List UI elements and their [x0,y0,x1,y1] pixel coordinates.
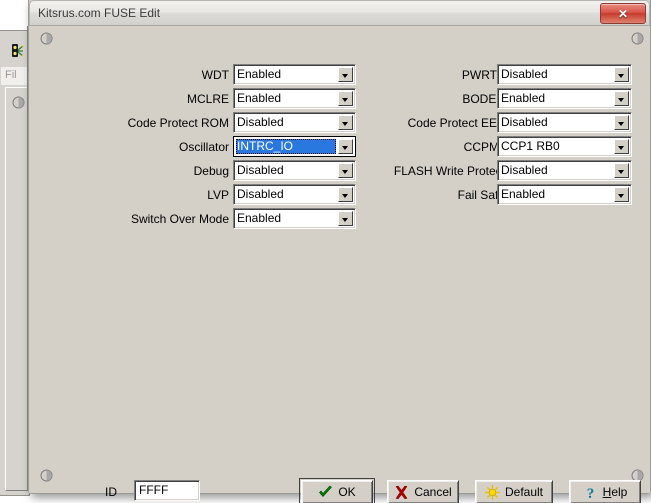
combobox-value: Enabled [237,211,336,226]
combobox-mclre[interactable]: Enabled [233,88,356,109]
anchor-handle-top-left-icon [40,32,53,45]
background-window[interactable]: Fil [0,30,30,496]
fuse-row-pwrte: PWRTEDisabled [359,64,644,87]
help-button-label: Help [603,485,628,499]
chevron-down-icon[interactable] [338,115,353,130]
combobox-value: Disabled [237,187,336,202]
combobox-pwrte[interactable]: Disabled [497,64,632,85]
id-input-value: FFFF [139,483,168,497]
field-label: Oscillator [179,136,233,158]
anchor-handle-bottom-left-icon [40,469,53,482]
id-input[interactable]: FFFF [134,480,200,501]
combobox-value: Enabled [501,91,612,106]
combobox-value: Enabled [237,91,336,106]
fuse-row-boden: BODENEnabled [359,88,644,111]
check-icon [318,485,333,500]
combobox-code-protect-eep[interactable]: Disabled [497,112,632,133]
field-label: Code Protect ROM [128,112,233,134]
field-label: MCLRE [187,88,233,110]
combobox-switch-over-mode[interactable]: Enabled [233,208,356,229]
fuse-settings-left-column: WDT Enabled MCLRE Enabled Code Protect ROM Di… [41,64,356,232]
field-label: Switch Over Mode [131,208,233,230]
help-button[interactable]: ? Help [569,480,641,503]
chevron-down-icon[interactable] [338,67,353,82]
combobox-value: Disabled [501,67,612,82]
help-rest: elp [611,485,627,499]
question-mark-icon: ? [583,485,598,500]
combobox-wdt[interactable]: Enabled [233,64,356,85]
default-button[interactable]: Default [475,480,553,503]
ok-button-label: OK [338,485,355,499]
field-label: LVP [207,184,233,206]
fuse-row-code-protect-eep: Code Protect EEPDisabled [359,112,644,135]
x-icon [394,485,409,500]
fuse-settings-right-column: PWRTEDisabledBODENEnabledCode Protect EE… [359,64,644,208]
cancel-button-label: Cancel [414,485,451,499]
chevron-down-icon[interactable] [614,115,629,130]
cancel-button[interactable]: Cancel [387,480,459,503]
fuse-row-code-protect-rom: Code Protect ROM Disabled [41,112,356,135]
svg-text:?: ? [586,486,594,500]
combobox-value: Disabled [237,115,336,130]
combobox-fail-safe[interactable]: Enabled [497,184,632,205]
combobox-ccpmx[interactable]: CCP1 RB0 [497,136,632,157]
field-label: WDT [202,64,233,86]
combobox-oscillator[interactable]: INTRC_IO [233,136,356,157]
fuse-row-switch-over-mode: Switch Over Mode Enabled [41,208,356,231]
chevron-down-icon[interactable] [614,187,629,202]
combobox-lvp[interactable]: Disabled [233,184,356,205]
combobox-value: Disabled [501,163,612,178]
dialog-client-area: WDT Enabled MCLRE Enabled Code Protect ROM Di… [29,26,650,493]
sun-icon [485,485,500,500]
chevron-down-icon[interactable] [338,187,353,202]
fuse-row-debug: Debug Disabled [41,160,356,183]
screen: Fil Kitsrus.com FUSE Edit ✕ [0,0,651,503]
dialog-title: Kitsrus.com FUSE Edit [38,6,160,20]
anchor-handle-top-right-icon [631,32,644,45]
ok-button[interactable]: OK [301,480,373,503]
dialog-titlebar[interactable]: Kitsrus.com FUSE Edit ✕ [29,0,650,26]
default-button-label: Default [505,485,543,499]
chevron-down-icon[interactable] [614,91,629,106]
fuse-row-flash-write-protect: FLASH Write ProtectDisabled [359,160,644,183]
fuse-row-ccpmx: CCPMxCCP1 RB0 [359,136,644,159]
fuse-row-oscillator: OscillatorINTRC_IO [41,136,356,159]
combobox-value: Disabled [237,163,336,178]
anchor-handle-icon [12,96,25,109]
close-icon: ✕ [601,4,645,23]
field-label: Debug [194,160,233,182]
field-label: FLASH Write Protect [394,160,509,182]
combobox-value: INTRC_IO [236,139,336,154]
combobox-boden[interactable]: Enabled [497,88,632,109]
combobox-value: Enabled [237,67,336,82]
fuse-edit-dialog: Kitsrus.com FUSE Edit ✕ WDT Enabled MCLRE E… [28,0,651,494]
id-label: ID [105,485,117,499]
chevron-down-icon[interactable] [338,163,353,178]
fuse-row-lvp: LVP Disabled [41,184,356,207]
chevron-down-icon[interactable] [338,139,353,154]
field-label: Code Protect EEP [408,112,509,134]
chevron-down-icon[interactable] [338,91,353,106]
fuse-row-wdt: WDT Enabled [41,64,356,87]
combobox-flash-write-protect[interactable]: Disabled [497,160,632,181]
chip-icon [11,43,27,59]
chevron-down-icon[interactable] [614,67,629,82]
fuse-row-fail-safe: Fail SafeEnabled [359,184,644,207]
chevron-down-icon[interactable] [614,139,629,154]
combobox-value: CCP1 RB0 [501,139,612,154]
combobox-value: Disabled [501,115,612,130]
fuse-row-mclre: MCLRE Enabled [41,88,356,111]
combobox-code-protect-rom[interactable]: Disabled [233,112,356,133]
chevron-down-icon[interactable] [338,211,353,226]
close-button[interactable]: ✕ [600,3,646,24]
combobox-debug[interactable]: Disabled [233,160,356,181]
combobox-value: Enabled [501,187,612,202]
chevron-down-icon[interactable] [614,163,629,178]
